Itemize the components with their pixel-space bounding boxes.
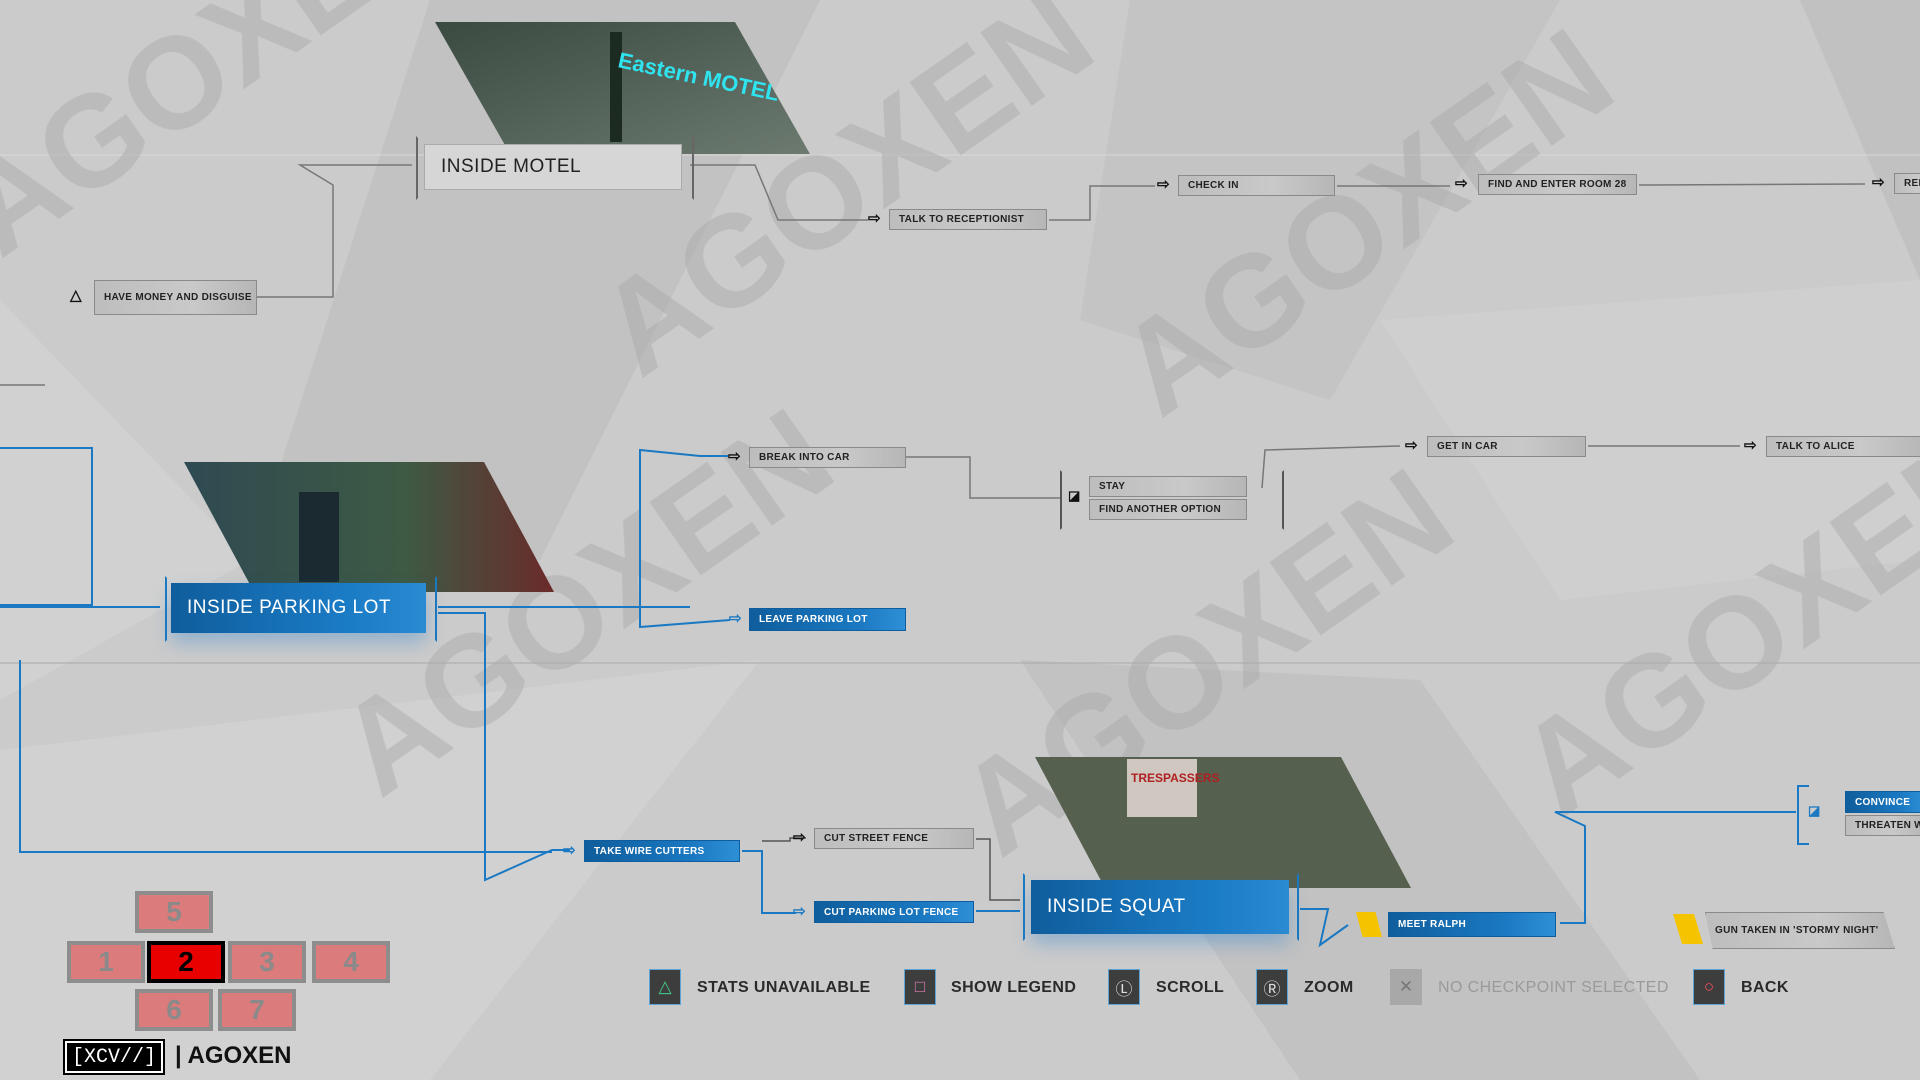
node-find-another-option[interactable]: FIND ANOTHER OPTION	[1089, 499, 1247, 520]
node-cut-parking-lot-fence[interactable]: CUT PARKING LOT FENCE	[814, 901, 974, 923]
node-label: FIND ANOTHER OPTION	[1099, 504, 1221, 515]
node-label: LEAVE PARKING LOT	[759, 614, 868, 625]
arrow-icon: ⇨	[1405, 437, 1418, 454]
node-talk-to-receptionist[interactable]: TALK TO RECEPTIONIST	[889, 209, 1047, 230]
squat-thumbnail: TRESPASSERS	[1035, 757, 1411, 888]
chapter-5[interactable]: 5	[135, 891, 213, 933]
scene-inside-parking-lot[interactable]: INSIDE PARKING LOT	[171, 583, 426, 633]
node-label: REN	[1904, 178, 1920, 189]
arrow-icon: ⇨	[1872, 174, 1885, 191]
no-checkpoint-selected-label: NO CHECKPOINT SELECTED	[1438, 979, 1669, 996]
node-label: BREAK INTO CAR	[759, 452, 850, 463]
left-stick-icon[interactable]: Ⓛ	[1108, 969, 1140, 1005]
chapter-1[interactable]: 1	[67, 941, 145, 983]
circle-icon[interactable]: ○	[1693, 969, 1725, 1005]
node-find-and-enter-room-28[interactable]: FIND AND ENTER ROOM 28	[1478, 174, 1637, 195]
back-label[interactable]: BACK	[1741, 979, 1789, 997]
scene-label: INSIDE PARKING LOT	[187, 597, 391, 618]
node-label: GET IN CAR	[1437, 441, 1498, 452]
parking-thumbnail	[184, 462, 554, 592]
motel-thumbnail: Eastern MOTEL	[435, 22, 810, 154]
node-stay[interactable]: STAY	[1089, 476, 1247, 497]
cross-icon: ✕	[1390, 969, 1422, 1005]
node-label: TAKE WIRE CUTTERS	[594, 845, 705, 857]
stats-unavailable-label[interactable]: STATS UNAVAILABLE	[697, 979, 871, 997]
node-label: CUT PARKING LOT FENCE	[824, 906, 959, 918]
node-ren[interactable]: REN	[1894, 173, 1920, 194]
node-label: GUN TAKEN IN 'STORMY NIGHT'	[1715, 925, 1879, 936]
node-label: TALK TO ALICE	[1776, 441, 1855, 452]
scene-label: INSIDE SQUAT	[1047, 896, 1186, 917]
node-break-into-car[interactable]: BREAK INTO CAR	[749, 447, 906, 468]
node-label: THREATEN W	[1855, 820, 1920, 831]
node-cut-street-fence[interactable]: CUT STREET FENCE	[814, 828, 974, 849]
scene-label: INSIDE MOTEL	[441, 156, 582, 177]
chapter-2-selected[interactable]: 2	[147, 941, 225, 983]
node-label: MEET RALPH	[1398, 919, 1466, 930]
chapter-7[interactable]: 7	[218, 989, 296, 1031]
square-icon[interactable]: □	[904, 969, 936, 1005]
triangle-icon[interactable]: △	[649, 969, 681, 1005]
arrow-icon: ⇨	[1157, 176, 1170, 193]
logo-mark: [XCV//]	[63, 1039, 165, 1075]
arrow-icon: ⇨	[728, 448, 741, 465]
node-have-money-and-disguise[interactable]: HAVE MONEY AND DISGUISE	[94, 280, 257, 315]
node-get-in-car[interactable]: GET IN CAR	[1427, 436, 1586, 457]
node-label: CONVINCE	[1855, 796, 1911, 808]
show-legend-label[interactable]: SHOW LEGEND	[951, 979, 1076, 997]
scene-inside-squat[interactable]: INSIDE SQUAT	[1031, 880, 1289, 934]
arrow-icon: ⇨	[1744, 437, 1757, 454]
node-label: FIND AND ENTER ROOM 28	[1488, 179, 1627, 190]
chapter-6[interactable]: 6	[135, 989, 213, 1031]
choice-icon: ◪	[1808, 803, 1821, 818]
node-leave-parking-lot[interactable]: LEAVE PARKING LOT	[749, 608, 906, 631]
node-label: STAY	[1099, 481, 1126, 492]
node-label: CUT STREET FENCE	[824, 833, 929, 844]
chapter-4[interactable]: 4	[312, 941, 390, 983]
node-talk-to-alice[interactable]: TALK TO ALICE	[1766, 436, 1920, 457]
scroll-label[interactable]: SCROLL	[1156, 979, 1224, 997]
arrow-icon: ⇨	[868, 210, 881, 227]
node-take-wire-cutters[interactable]: TAKE WIRE CUTTERS	[584, 840, 740, 862]
logo-name: | AGOXEN	[175, 1042, 292, 1069]
choice-icon: ◪	[1068, 488, 1081, 503]
arrow-icon: ⇨	[793, 829, 806, 846]
chapter-3[interactable]: 3	[228, 941, 306, 983]
node-convince[interactable]: CONVINCE	[1845, 791, 1920, 813]
triangle-requirement-icon: △	[70, 287, 82, 304]
scene-inside-motel[interactable]: INSIDE MOTEL	[424, 144, 682, 190]
arrow-icon: ⇨	[729, 610, 742, 627]
arrow-icon: ⇨	[793, 903, 806, 920]
node-check-in[interactable]: CHECK IN	[1178, 175, 1335, 196]
zoom-label[interactable]: ZOOM	[1304, 979, 1354, 997]
arrow-icon: ⇨	[1455, 175, 1468, 192]
node-gun-taken-in-stormy-night[interactable]: GUN TAKEN IN 'STORMY NIGHT'	[1705, 912, 1895, 949]
node-label: TALK TO RECEPTIONIST	[899, 214, 1025, 225]
node-threaten[interactable]: THREATEN W	[1845, 815, 1920, 836]
svg-text:TRESPASSERS: TRESPASSERS	[1131, 771, 1219, 785]
node-meet-ralph[interactable]: MEET RALPH	[1388, 912, 1556, 937]
node-label: HAVE MONEY AND DISGUISE	[104, 291, 252, 303]
arrow-icon: ⇨	[563, 842, 576, 859]
right-stick-icon[interactable]: Ⓡ	[1256, 969, 1288, 1005]
node-label: CHECK IN	[1188, 180, 1239, 191]
